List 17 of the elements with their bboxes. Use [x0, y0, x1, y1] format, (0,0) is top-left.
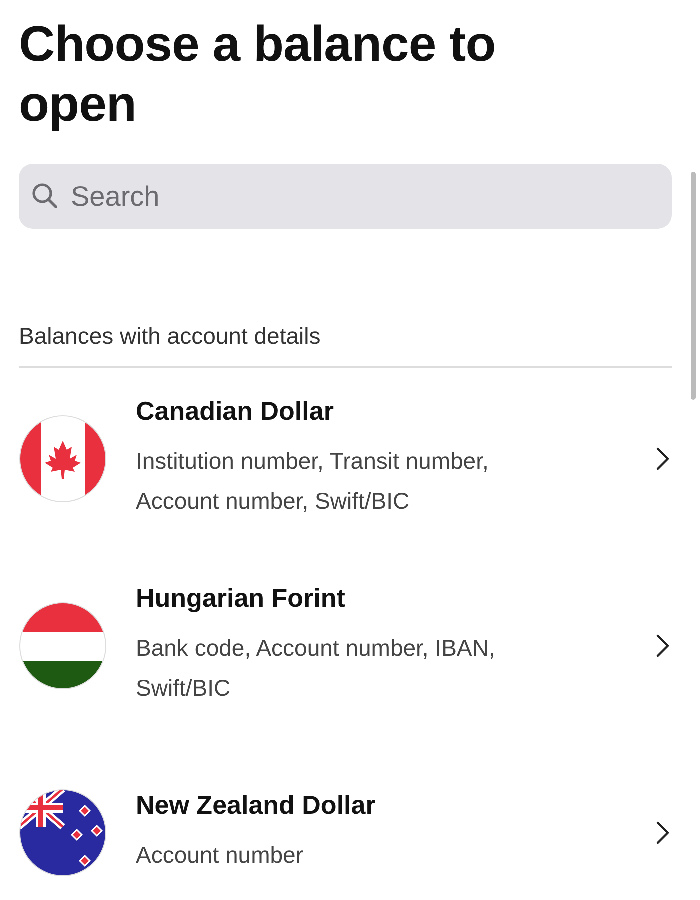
account-details: Institution number, Transit number, Account number, Swift/BIC — [136, 447, 490, 516]
section-heading: Balances with account details — [19, 323, 322, 350]
chevron-icon — [656, 634, 670, 658]
chevron-icon — [656, 446, 670, 470]
currency-name: New Zealand Dollar — [136, 790, 377, 821]
balance-item[interactable]: New Zealand Dollar Account number — [19, 742, 672, 900]
flag-icon — [19, 602, 107, 690]
currency-name: Canadian Dollar — [136, 396, 335, 427]
account-details: Account number — [136, 841, 304, 870]
currency-name: Hungarian Forint — [136, 583, 346, 614]
page-title: Choose a balance to open — [19, 15, 497, 134]
chevron-icon — [656, 820, 670, 844]
balance-item[interactable]: Hungarian Forint Bank code, Account number, IBAN, Swift/BIC — [19, 555, 672, 742]
flag-icon — [19, 414, 107, 502]
account-details: Bank code, Account number, IBAN, Swift/BIC — [136, 634, 496, 703]
search-field[interactable]: Search — [19, 164, 672, 229]
balance-item[interactable]: Canadian Dollar Institution number, Transit number, Account number, Swift/BIC — [19, 368, 672, 555]
